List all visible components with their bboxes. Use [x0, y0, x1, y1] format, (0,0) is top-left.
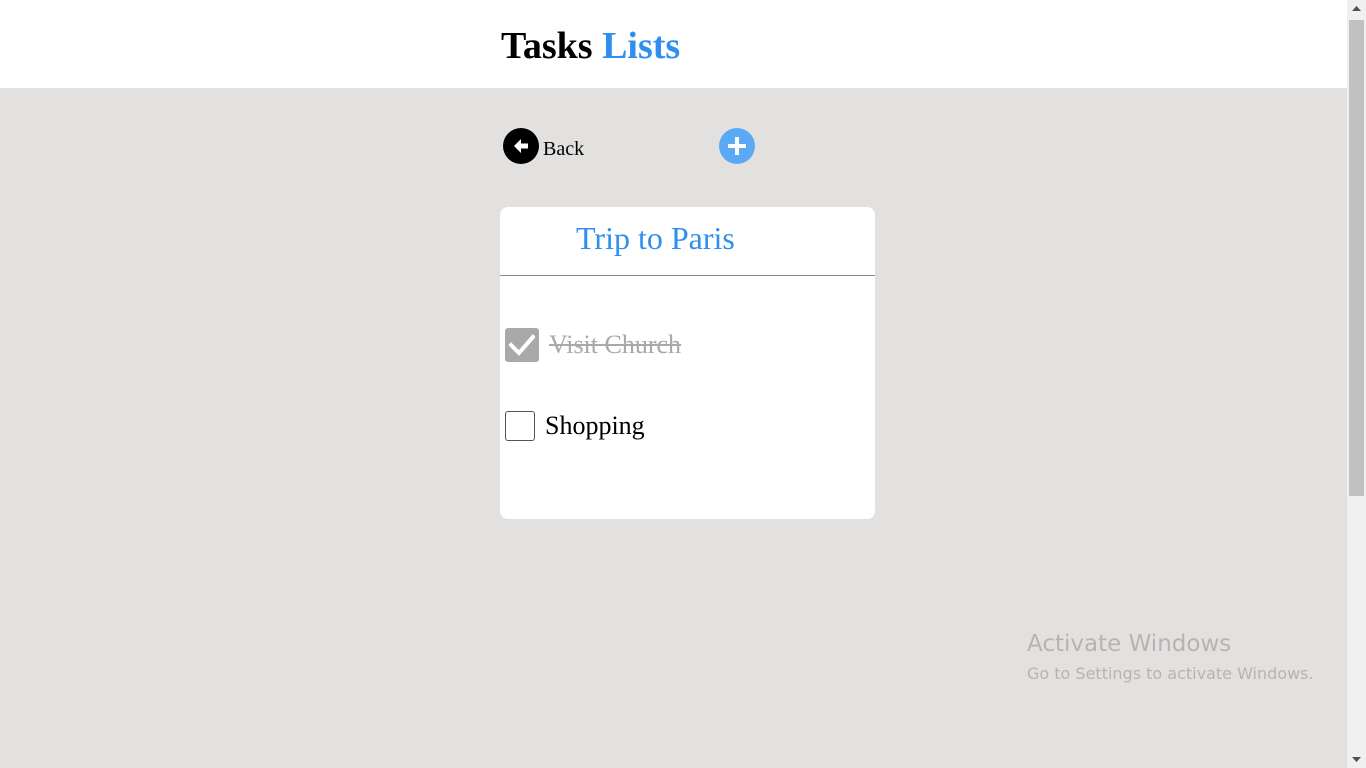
- app-title-part2: Lists: [602, 25, 681, 67]
- app-title-part1: Tasks: [501, 25, 593, 67]
- add-task-button[interactable]: [719, 128, 755, 164]
- watermark-subtitle: Go to Settings to activate Windows.: [1027, 664, 1314, 683]
- checkmark-icon: [509, 334, 535, 356]
- back-button[interactable]: Back: [503, 128, 584, 164]
- back-label: Back: [543, 137, 585, 160]
- vertical-scrollbar[interactable]: [1347, 0, 1366, 768]
- task-item: Visit Church: [505, 328, 681, 362]
- task-checkbox-checked[interactable]: [505, 328, 539, 362]
- arrow-left-icon: [503, 128, 539, 164]
- watermark-title: Activate Windows: [1027, 631, 1232, 657]
- task-label: Shopping: [545, 411, 645, 440]
- task-label: Visit Church: [549, 330, 682, 359]
- scroll-down-icon[interactable]: [1347, 751, 1366, 768]
- task-checkbox-unchecked[interactable]: [505, 411, 535, 441]
- divider: [500, 275, 875, 276]
- plus-icon: [727, 136, 747, 156]
- activate-windows-watermark: Activate Windows Go to Settings to activ…: [1027, 630, 1314, 690]
- task-item: Shopping: [505, 409, 645, 443]
- app-title: Tasks Lists: [501, 24, 680, 68]
- task-list-card: Trip to Paris Visit Church Shopping: [500, 207, 875, 519]
- app-header: Tasks Lists: [0, 0, 1347, 88]
- scroll-thumb[interactable]: [1349, 20, 1364, 496]
- list-title: Trip to Paris: [576, 220, 735, 256]
- scroll-up-icon[interactable]: [1347, 0, 1366, 17]
